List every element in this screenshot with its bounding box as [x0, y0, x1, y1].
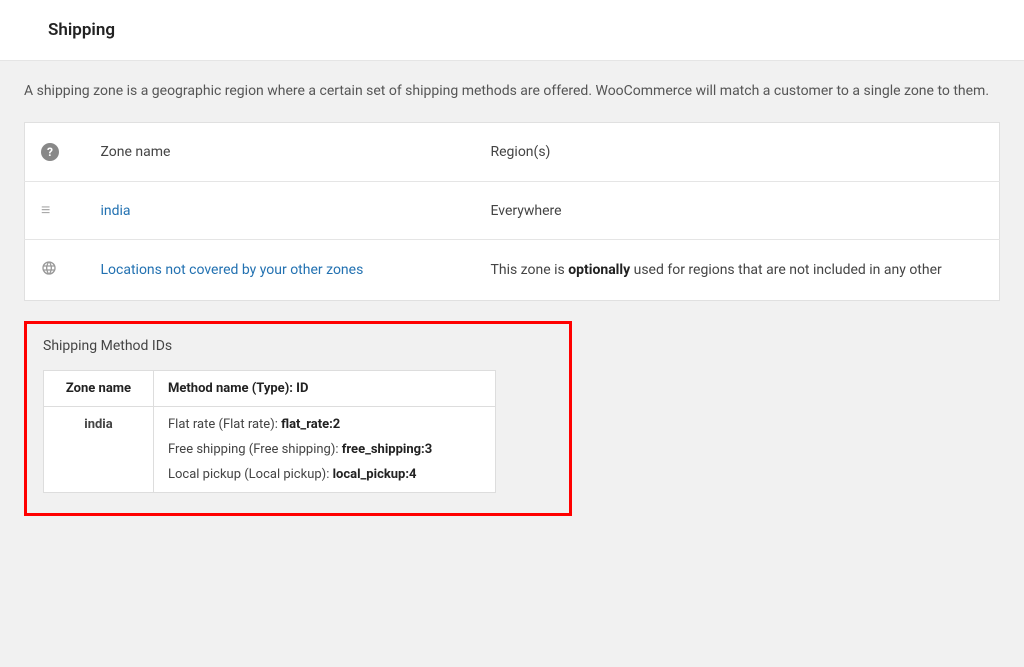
zone-name-cell: india: [85, 182, 475, 240]
zones-header-row: ? Zone name Region(s): [25, 123, 1000, 182]
method-col-zone: Zone name: [44, 371, 154, 407]
method-id: flat_rate:2: [281, 417, 340, 432]
method-row: india Flat rate (Flat rate): flat_rate:2…: [44, 407, 496, 493]
help-icon[interactable]: ?: [41, 143, 59, 161]
default-zone-name-cell: Locations not covered by your other zone…: [85, 240, 475, 301]
intro-text: A shipping zone is a geographic region w…: [24, 81, 1000, 102]
globe-cell: [25, 240, 85, 301]
method-ids-table: Zone name Method name (Type): ID india F…: [43, 370, 496, 493]
help-header: ?: [25, 123, 85, 182]
method-label: Flat rate (Flat rate):: [168, 417, 281, 432]
column-region: Region(s): [475, 123, 1000, 182]
content: A shipping zone is a geographic region w…: [0, 61, 1024, 540]
method-label: Free shipping (Free shipping):: [168, 442, 342, 457]
page-title: Shipping: [48, 20, 976, 40]
default-zone-row: Locations not covered by your other zone…: [25, 240, 1000, 301]
zone-link-default[interactable]: Locations not covered by your other zone…: [101, 262, 364, 278]
method-line-free-shipping: Free shipping (Free shipping): free_ship…: [168, 442, 481, 457]
shipping-method-ids-panel: Shipping Method IDs Zone name Method nam…: [24, 321, 572, 516]
column-zone-name: Zone name: [85, 123, 475, 182]
drag-handle-icon[interactable]: ≡: [41, 200, 50, 219]
globe-icon: [41, 260, 57, 280]
default-zone-desc: This zone is optionally used for regions…: [475, 240, 1000, 301]
method-line-flat-rate: Flat rate (Flat rate): flat_rate:2: [168, 417, 481, 432]
method-header-row: Zone name Method name (Type): ID: [44, 371, 496, 407]
method-label: Local pickup (Local pickup):: [168, 467, 333, 482]
zone-region-cell: Everywhere: [475, 182, 1000, 240]
method-list-cell: Flat rate (Flat rate): flat_rate:2 Free …: [154, 407, 496, 493]
method-id: free_shipping:3: [342, 442, 432, 457]
method-line-local-pickup: Local pickup (Local pickup): local_picku…: [168, 467, 481, 482]
method-col-method: Method name (Type): ID: [154, 371, 496, 407]
drag-handle-cell[interactable]: ≡: [25, 182, 85, 240]
method-zone-name: india: [44, 407, 154, 493]
zones-table: ? Zone name Region(s) ≡ india Everywhere…: [24, 122, 1000, 301]
desc-bold: optionally: [568, 262, 630, 278]
desc-suffix: used for regions that are not included i…: [630, 262, 942, 278]
page-header: Shipping: [0, 0, 1024, 61]
desc-prefix: This zone is: [491, 262, 569, 278]
panel-title: Shipping Method IDs: [43, 338, 553, 354]
zone-link-india[interactable]: india: [101, 203, 131, 219]
method-id: local_pickup:4: [333, 467, 417, 482]
zone-row: ≡ india Everywhere: [25, 182, 1000, 240]
